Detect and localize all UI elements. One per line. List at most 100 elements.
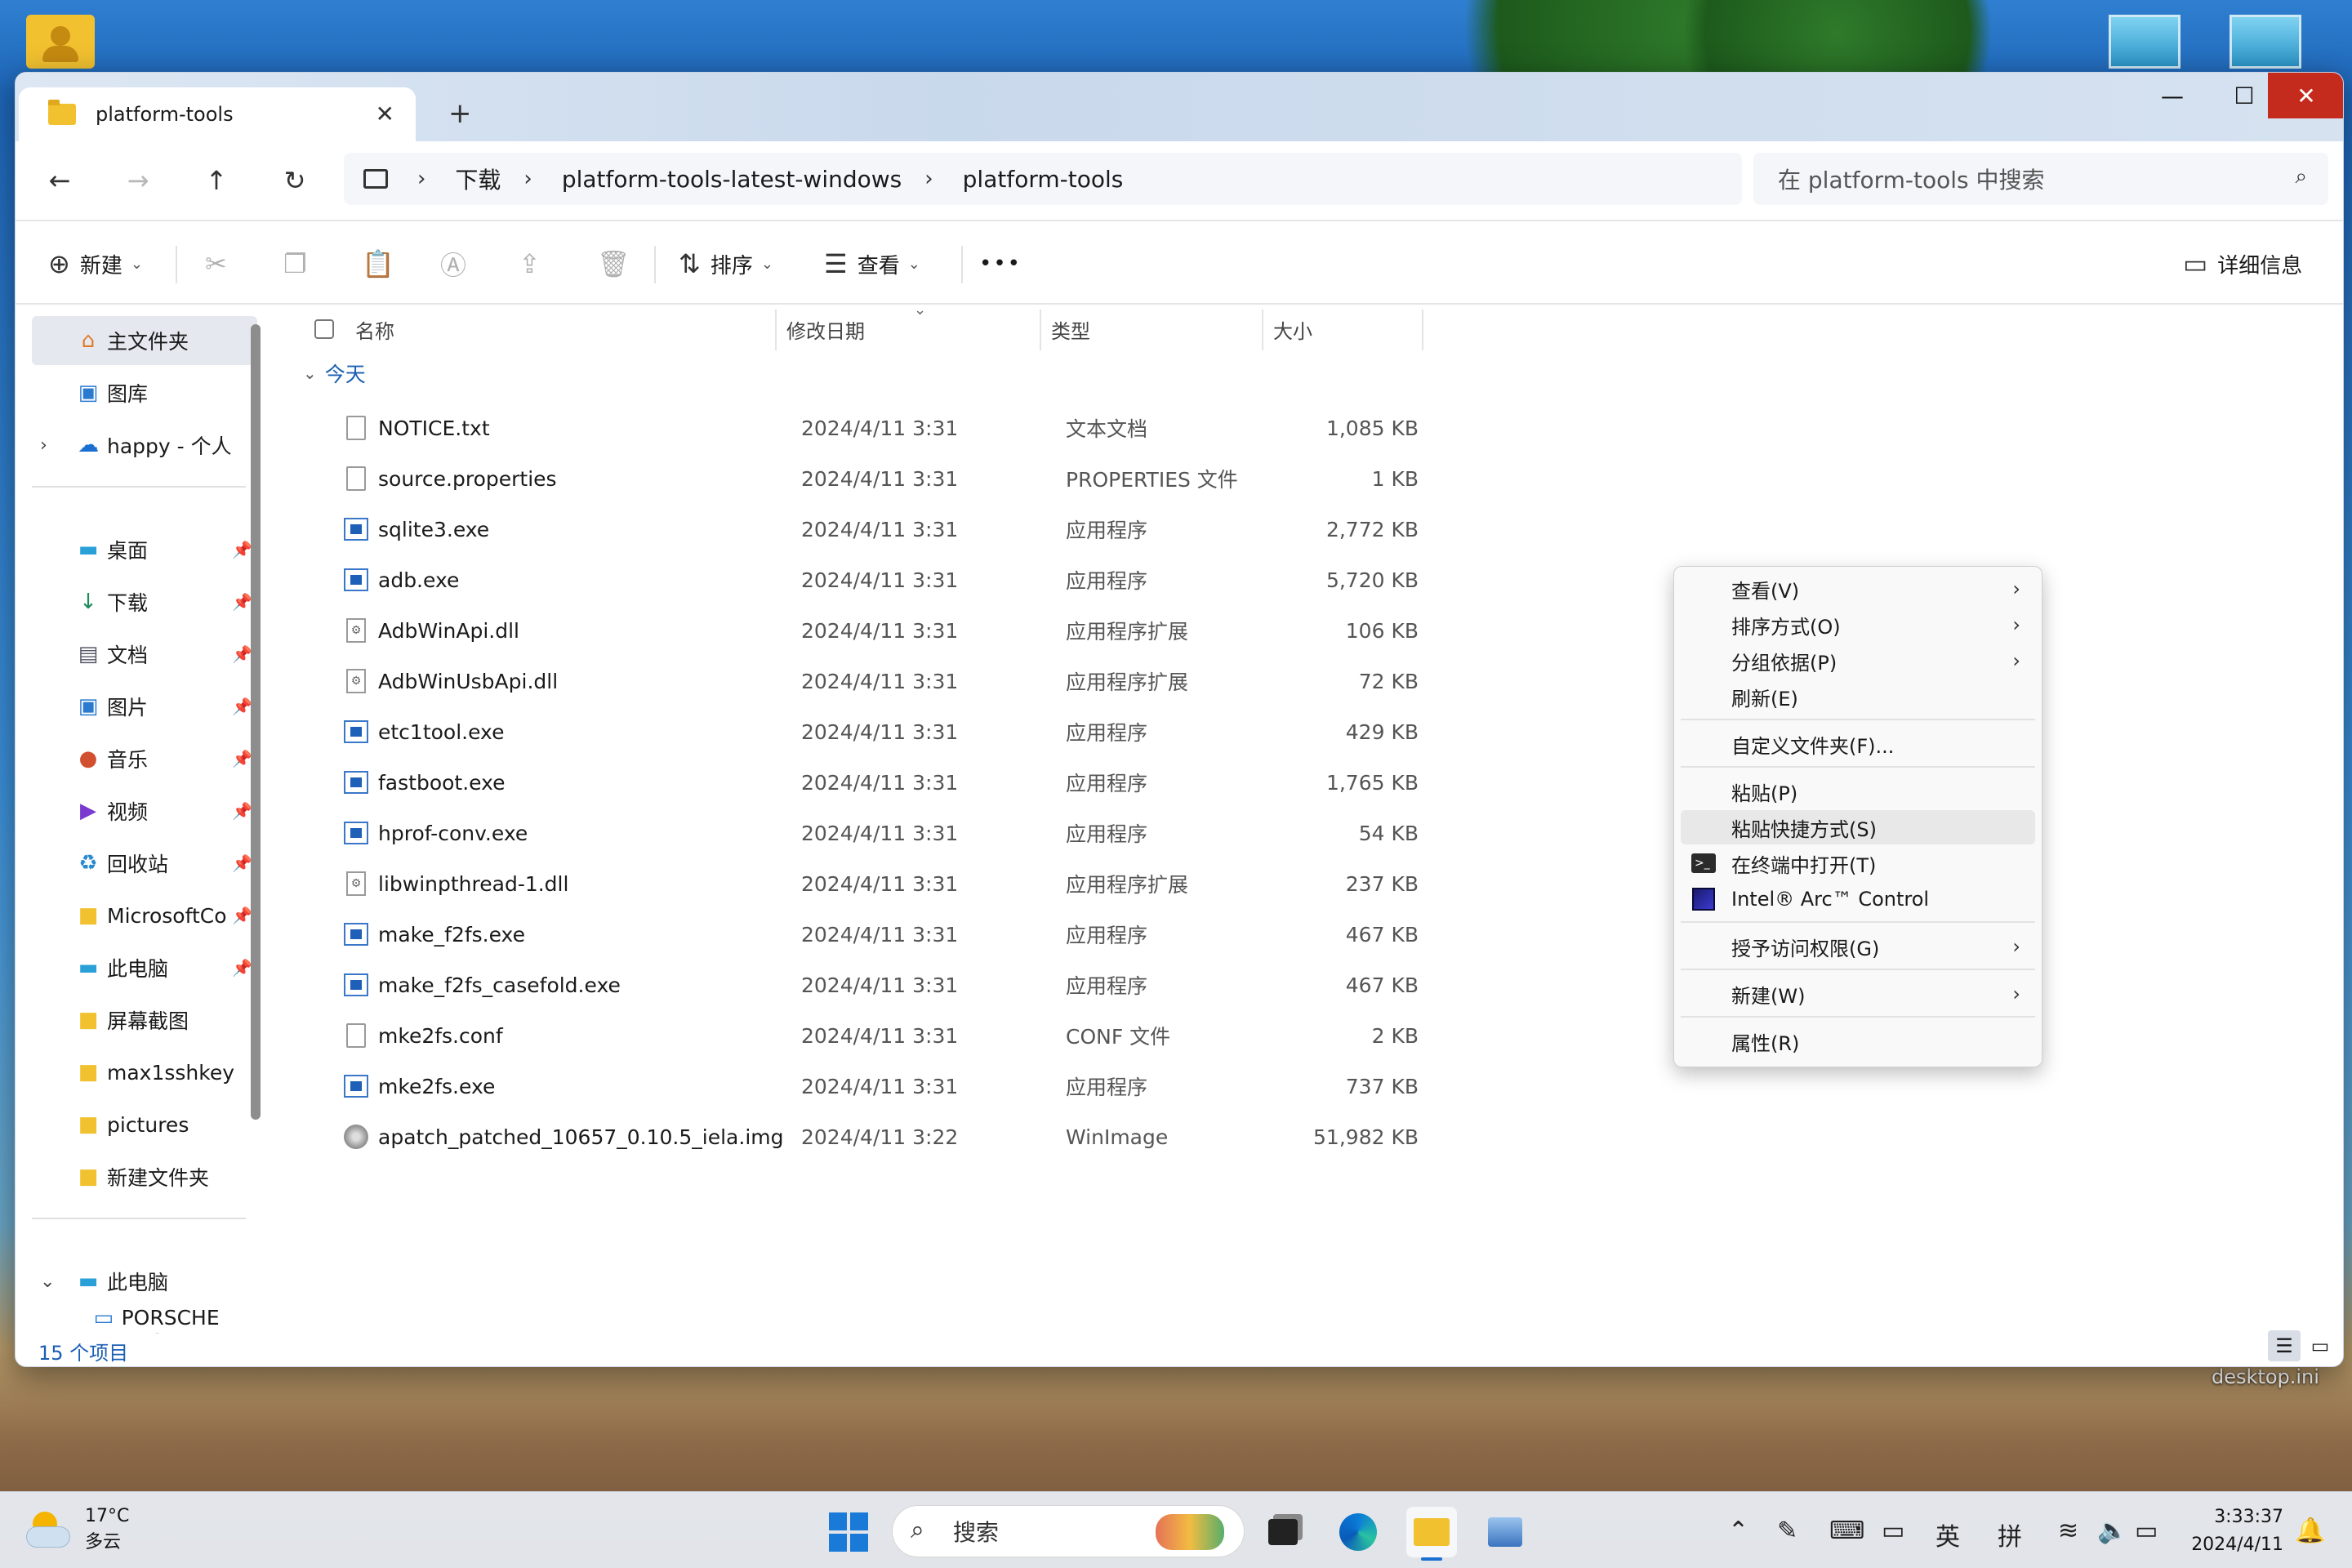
show-hidden-icons-button[interactable]: ⌃ (1728, 1517, 1748, 1545)
new-tab-button[interactable]: + (448, 97, 472, 130)
cut-button[interactable]: ✂ (205, 243, 237, 285)
start-button[interactable] (823, 1507, 874, 1557)
pin-icon[interactable]: 📌 (232, 540, 252, 559)
tab-close-icon[interactable]: ✕ (376, 100, 394, 127)
pin-icon[interactable]: 📌 (232, 906, 252, 925)
wifi-icon[interactable]: ≋ (2058, 1517, 2078, 1545)
file-row[interactable]: NOTICE.txt 2024/4/11 3:31 文本文档 1,085 KB (285, 403, 1428, 453)
sidebar-item-this-pc-pinned[interactable]: ▬ 此电脑 📌 (32, 943, 257, 992)
chevron-right-icon[interactable]: › (523, 167, 532, 191)
file-row[interactable]: source.properties 2024/4/11 3:31 PROPERTIE… (285, 453, 1428, 504)
copy-button[interactable]: ❐ (283, 243, 317, 285)
file-row[interactable]: adb.exe 2024/4/11 3:31 应用程序 5,720 KB (285, 555, 1428, 605)
volume-icon[interactable]: 🔈 (2097, 1517, 2127, 1545)
column-header-type[interactable]: 类型 (1051, 306, 1090, 352)
file-row[interactable]: mke2fs.conf 2024/4/11 3:31 CONF 文件 2 KB (285, 1010, 1428, 1061)
chevron-right-icon[interactable]: › (924, 167, 933, 191)
sidebar-item-pictures-folder[interactable]: ■ pictures (32, 1100, 257, 1149)
menu-item-paste-shortcut[interactable]: 粘贴快捷方式(S) (1681, 810, 2035, 844)
pen-icon[interactable]: ✎ (1777, 1517, 1797, 1545)
paste-button[interactable]: 📋 (362, 243, 404, 285)
edge-icon[interactable] (1333, 1507, 1383, 1557)
address-bar[interactable]: › 下载 › platform-tools-latest-windows › p… (344, 153, 1742, 205)
pin-icon[interactable]: 📌 (232, 592, 252, 612)
sort-button[interactable]: ⇅ 排序 ⌄ (679, 243, 773, 285)
taskbar-search[interactable]: ⌕ 搜索 (892, 1505, 1245, 1557)
file-row[interactable]: apatch_patched_10657_0.10.5_iela.img 2024… (285, 1111, 1428, 1162)
pin-icon[interactable]: 📌 (232, 801, 252, 821)
file-row[interactable]: fastboot.exe 2024/4/11 3:31 应用程序 1,765 KB (285, 757, 1428, 808)
sidebar-item-videos[interactable]: ▶ 视频 📌 (32, 786, 257, 835)
column-header-date[interactable]: 修改日期 (786, 306, 865, 352)
back-button[interactable]: ← (37, 158, 82, 203)
pin-icon[interactable]: 📌 (232, 853, 252, 873)
sidebar-item-home[interactable]: ⌂ 主文件夹 (32, 316, 257, 365)
task-view-button[interactable] (1258, 1507, 1308, 1557)
file-row[interactable]: mke2fs.exe 2024/4/11 3:31 应用程序 737 KB (285, 1061, 1428, 1111)
file-row[interactable]: make_f2fs.exe 2024/4/11 3:31 应用程序 467 KB (285, 909, 1428, 960)
ime-mode[interactable]: 拼 (1998, 1517, 2022, 1552)
chevron-right-icon[interactable]: › (417, 167, 425, 191)
menu-item-properties[interactable]: 属性(R) (1681, 1024, 2035, 1058)
new-button[interactable]: ⊕ 新建 ⌄ (48, 243, 143, 285)
sidebar-item-screenshots[interactable]: ■ 屏幕截图 (32, 996, 257, 1045)
breadcrumb-platform-tools[interactable]: platform-tools (963, 166, 1124, 193)
sidebar-item-drive[interactable]: ▭ PORSCHE DFC (32, 1306, 257, 1334)
sidebar-item-music[interactable]: ● 音乐 📌 (32, 734, 257, 783)
ime-language[interactable]: 英 (1936, 1517, 1960, 1552)
select-all-checkbox[interactable] (314, 319, 334, 339)
sidebar-item-documents[interactable]: ▤ 文档 📌 (32, 630, 257, 679)
system-clock[interactable]: 3:33:37 2024/4/11 (2182, 1503, 2283, 1559)
menu-item-intel-arc-control[interactable]: Intel® Arc™ Control (1681, 882, 2035, 916)
chevron-down-icon[interactable]: ⌄ (40, 1272, 55, 1292)
sidebar-item-recycle-bin[interactable]: ♻ 回收站 📌 (32, 839, 257, 888)
share-button[interactable]: ⇪ (519, 243, 550, 285)
search-input[interactable]: 在 platform-tools 中搜索 ⌕ (1753, 153, 2328, 205)
menu-item-new[interactable]: 新建(W) › (1681, 977, 2035, 1011)
pin-icon[interactable]: 📌 (232, 749, 252, 768)
menu-item-give-access[interactable]: 授予访问权限(G) › (1681, 929, 2035, 964)
sidebar-scrollbar[interactable] (251, 324, 261, 1120)
file-row[interactable]: sqlite3.exe 2024/4/11 3:31 应用程序 2,772 KB (285, 504, 1428, 555)
forward-button[interactable]: → (115, 158, 161, 203)
file-row[interactable]: ⚙ AdbWinApi.dll 2024/4/11 3:31 应用程序扩展 106 KB (285, 605, 1428, 656)
column-header-size[interactable]: 大小 (1273, 306, 1312, 352)
up-button[interactable]: ↑ (194, 158, 239, 203)
sidebar-item-desktop[interactable]: ▬ 桌面 📌 (32, 525, 257, 574)
group-header-today[interactable]: ⌄ 今天 (303, 359, 366, 388)
network-tool-icon[interactable] (1480, 1507, 1530, 1557)
menu-item-paste[interactable]: 粘贴(P) (1681, 774, 2035, 808)
sidebar-item-gallery[interactable]: ▣ 图库 (32, 368, 257, 417)
file-row[interactable]: hprof-conv.exe 2024/4/11 3:31 应用程序 54 KB (285, 808, 1428, 858)
battery-icon[interactable]: ▭ (2135, 1517, 2158, 1545)
sidebar-item-new-folder[interactable]: ■ 新建文件夹 (32, 1152, 257, 1201)
minimize-button[interactable]: — (2134, 73, 2211, 118)
details-pane-button[interactable]: ▭ 详细信息 (2183, 243, 2302, 285)
file-row[interactable]: etc1tool.exe 2024/4/11 3:31 应用程序 429 KB (285, 706, 1428, 757)
menu-item-refresh[interactable]: 刷新(E) (1681, 679, 2035, 714)
breadcrumb-platform-tools-latest-windows[interactable]: platform-tools-latest-windows (562, 166, 902, 193)
sidebar-item-pictures[interactable]: ▣ 图片 📌 (32, 682, 257, 731)
close-window-button[interactable]: ✕ (2268, 73, 2343, 118)
menu-item-customize-folder[interactable]: 自定义文件夹(F)... (1681, 727, 2035, 761)
menu-item-open-in-terminal[interactable]: >_ 在终端中打开(T) (1681, 846, 2035, 880)
details-view-toggle[interactable]: ☰ (2268, 1330, 2301, 1361)
file-row[interactable]: make_f2fs_casefold.exe 2024/4/11 3:31 应用程序… (285, 960, 1428, 1010)
desktop-pc-icon[interactable] (2230, 15, 2301, 69)
weather-widget[interactable]: 17°C 多云 (26, 1503, 129, 1556)
notification-bell-icon[interactable]: 🔔 (2295, 1517, 2325, 1545)
keyboard-icon[interactable]: ⌨ (1829, 1517, 1864, 1545)
tiles-view-toggle[interactable]: ▭ (2304, 1330, 2336, 1361)
menu-item-group-by[interactable]: 分组依据(P) › (1681, 644, 2035, 678)
sidebar-item-this-pc[interactable]: ⌄ ▬ 此电脑 (32, 1257, 257, 1306)
rename-button[interactable]: Ⓐ (440, 243, 476, 285)
desktop-ini-label[interactable]: desktop.ini (2212, 1365, 2319, 1388)
tab-platform-tools[interactable]: platform-tools ✕ (19, 87, 416, 141)
computer-icon[interactable] (363, 169, 388, 189)
sidebar-item-microsoftco[interactable]: ■ MicrosoftCo 📌 (32, 891, 257, 940)
delete-button[interactable]: 🗑 (597, 243, 640, 285)
sidebar-item-max1sshkey[interactable]: ■ max1sshkey (32, 1048, 257, 1097)
sidebar-item-onedrive[interactable]: › ☁ happy - 个人 (32, 421, 257, 470)
desktop-network-icon[interactable] (2109, 15, 2180, 69)
view-button[interactable]: ☰ 查看 ⌄ (824, 243, 920, 285)
